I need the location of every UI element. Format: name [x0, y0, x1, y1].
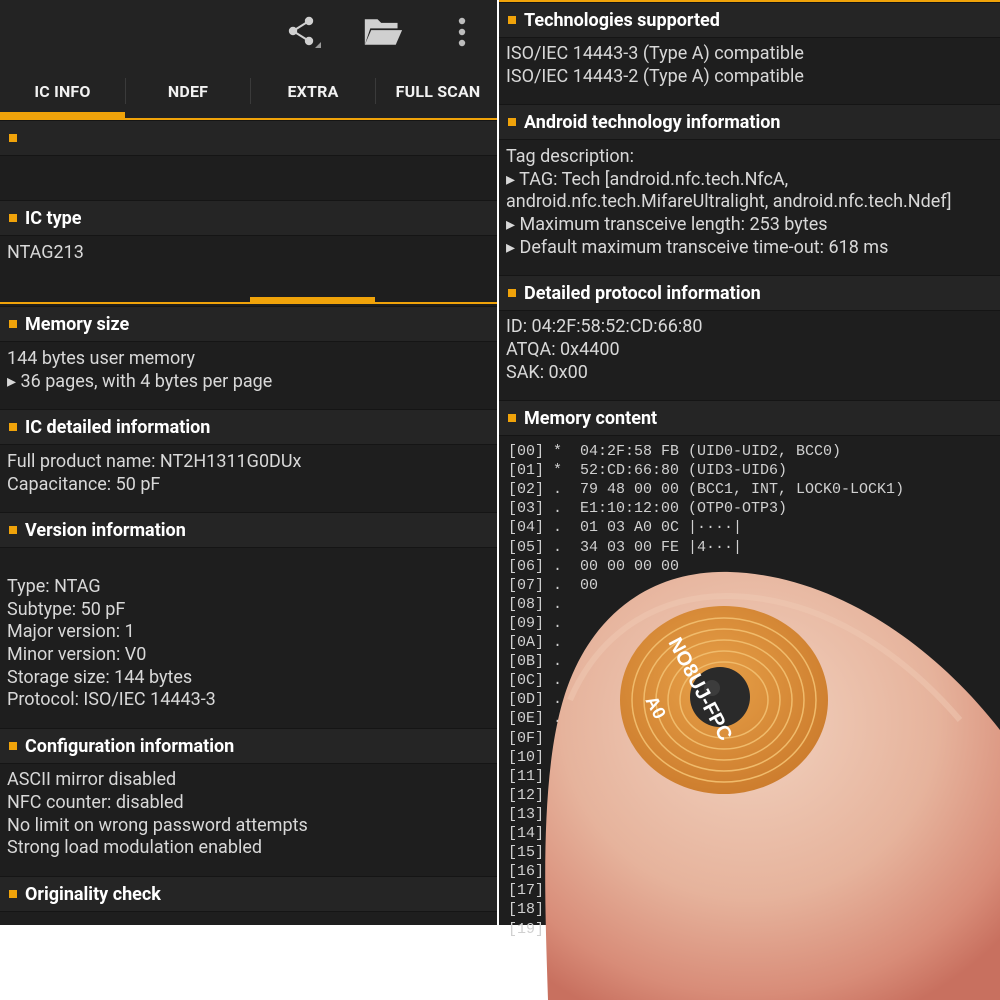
- tab-ic-info[interactable]: IC INFO: [0, 64, 125, 118]
- memory-page-row: [04] . 01 03 A0 0C |····|: [508, 519, 743, 537]
- memory-page-row: [00] * 04:2F:58 FB (UID0-UID2, BCC0): [508, 443, 842, 460]
- section-title: Configuration information: [25, 735, 235, 757]
- section-title: Technologies supported: [524, 9, 720, 31]
- android-tech-line: ▸ Maximum transceive length: 253 bytes: [506, 214, 828, 235]
- memory-size-line: 144 bytes user memory: [7, 348, 196, 369]
- section-header-configuration: Configuration information: [0, 728, 497, 764]
- memory-page-row: [0A] .: [508, 634, 563, 651]
- config-line: No limit on wrong password attempts: [7, 815, 308, 836]
- memory-page-row: [10] .: [508, 748, 563, 766]
- protocol-line: ATQA: 0x4400: [506, 339, 620, 360]
- protocol-line: SAK: 0x00: [506, 362, 588, 383]
- tab-extra[interactable]: EXTRA: [251, 64, 375, 118]
- section-marker-icon: [508, 289, 516, 297]
- version-line: Type: NTAG: [7, 576, 101, 597]
- section-marker-icon: [9, 526, 17, 534]
- memory-page-row: [08] .: [508, 595, 563, 613]
- left-screen: IC INFO NDEF EXTRA FULL SCAN IC type NTA…: [0, 0, 497, 925]
- memory-size-line: ▸ 36 pages, with 4 bytes per page: [7, 371, 273, 392]
- ic-detail-line: Full product name: NT2H1311G0DUx: [7, 451, 302, 472]
- version-line: Major version: 1: [7, 621, 135, 642]
- config-line: Strong load modulation enabled: [7, 837, 263, 858]
- version-line: Minor version: V0: [7, 644, 147, 665]
- section-marker-icon: [9, 320, 17, 328]
- memory-page-row: [0E] .: [508, 710, 563, 728]
- memory-page-row: [05] . 34 03 00 FE |4···|: [508, 538, 743, 556]
- section-header-protocol: Detailed protocol information: [499, 275, 1000, 311]
- section-marker-icon: [9, 742, 17, 750]
- app-toolbar: [0, 0, 497, 64]
- android-tech-line: Tag description:: [506, 146, 634, 167]
- section-marker-icon: [9, 214, 17, 222]
- section-title: Memory size: [25, 313, 130, 335]
- memory-page-row: [03] . E1:10:12:00 (OTP0-OTP3): [508, 500, 788, 518]
- config-line: ASCII mirror disabled: [7, 769, 177, 790]
- section-title: IC type: [25, 207, 82, 229]
- section-title: Originality check: [25, 883, 161, 905]
- memory-page-row: [09] .: [508, 614, 563, 632]
- memory-page-row: [17] . 00 00 00: [508, 882, 653, 900]
- section-header-memory-content: Memory content: [499, 400, 1000, 436]
- memory-page-row: [11] .: [508, 767, 563, 785]
- technology-line: ISO/IEC 14443-2 (Type A) compatible: [506, 66, 804, 87]
- ic-detail-line: Capacitance: 50 pF: [7, 474, 161, 495]
- ic-type-value: NTAG213: [7, 242, 84, 263]
- section-title: Version information: [25, 519, 186, 541]
- share-icon[interactable]: [283, 12, 323, 52]
- section-header-ic-type: IC type: [0, 200, 497, 236]
- section-marker-icon: [9, 890, 17, 898]
- active-tab-indicator: [0, 112, 125, 118]
- section-marker-icon: [9, 423, 17, 431]
- memory-page-row: [06] . 00 00 00 00: [508, 557, 680, 575]
- android-tech-line: android.nfc.tech.MifareUltralight, andro…: [506, 191, 952, 212]
- more-vert-icon[interactable]: [442, 12, 482, 52]
- android-tech-line: ▸ Default maximum transceive time-out: 6…: [506, 237, 889, 258]
- memory-page-row: [0B] .: [508, 653, 563, 671]
- section-header-android-tech: Android technology information: [499, 104, 1000, 140]
- section-title: Android technology information: [524, 111, 781, 133]
- tab-full-scan[interactable]: FULL SCAN: [376, 64, 497, 118]
- memory-page-row: [0F] .: [508, 729, 563, 747]
- memory-page-row: [16] . 00 00: [508, 863, 626, 881]
- memory-page-row: [15] . 00 00: [508, 844, 626, 862]
- divider-line: [0, 302, 497, 304]
- section-marker-icon: [508, 16, 516, 24]
- section-marker-icon: [9, 134, 17, 142]
- memory-page-row: [14] . 00: [508, 825, 599, 842]
- section-title: Memory content: [524, 407, 658, 429]
- section-header-version: Version information: [0, 512, 497, 548]
- memory-page-row: [02] . 79 48 00 00 (BCC1, INT, LOCK0-LOC…: [508, 481, 905, 499]
- folder-open-icon[interactable]: [363, 12, 403, 52]
- section-header-ic-detailed: IC detailed information: [0, 409, 497, 445]
- config-line: NFC counter: disabled: [7, 792, 184, 813]
- memory-page-row: [12] .: [508, 786, 563, 804]
- section-marker-icon: [508, 414, 516, 422]
- memory-page-row: [18] . 00 00 00: [508, 901, 653, 919]
- section-title: Detailed protocol information: [524, 282, 761, 304]
- version-line: Storage size: 144 bytes: [7, 667, 193, 688]
- tab-indicator-duplicate: [250, 297, 375, 303]
- memory-page-row: [01] * 52:CD:66:80 (UID3-UID6): [508, 462, 788, 480]
- memory-page-row: [0D] .: [508, 691, 563, 709]
- memory-page-row: [07] . 00: [508, 576, 599, 594]
- memory-page-row: [0C] .: [508, 672, 563, 690]
- memory-page-row: [19] . 00 00 00 00: [508, 920, 680, 938]
- technology-line: ISO/IEC 14443-3 (Type A) compatible: [506, 43, 804, 64]
- version-line: Protocol: ISO/IEC 14443-3: [7, 689, 216, 710]
- section-title: IC detailed information: [25, 416, 211, 438]
- android-tech-line: ▸ TAG: Tech [android.nfc.tech.NfcA,: [506, 169, 789, 190]
- protocol-line: ID: 04:2F:58:52:CD:66:80: [506, 316, 703, 337]
- section-header-blank: [0, 120, 497, 156]
- section-header-memory-size: Memory size: [0, 306, 497, 342]
- tab-ndef[interactable]: NDEF: [126, 64, 250, 118]
- section-header-originality: Originality check: [0, 876, 497, 912]
- memory-page-row: [13] . 0: [508, 805, 590, 823]
- section-marker-icon: [508, 118, 516, 126]
- section-header-technologies: Technologies supported: [499, 2, 1000, 38]
- version-line: Subtype: 50 pF: [7, 599, 126, 620]
